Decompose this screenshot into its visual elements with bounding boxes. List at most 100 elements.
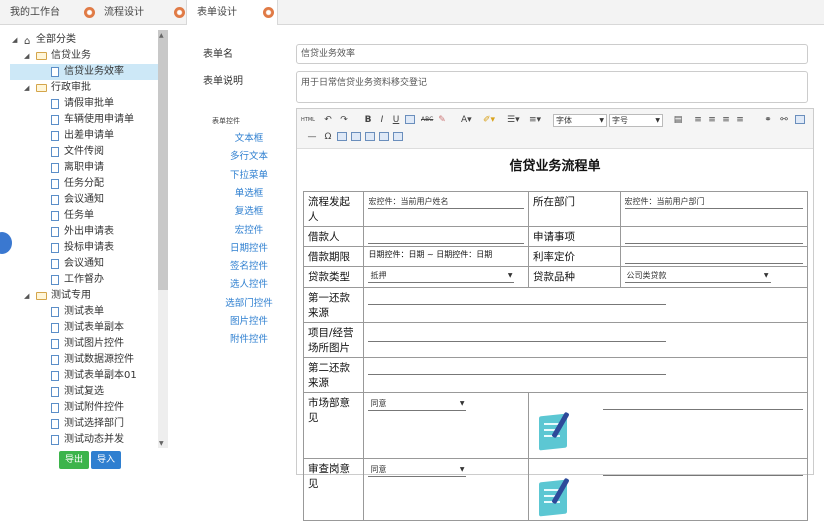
tree-item[interactable]: 文件传阅	[10, 144, 158, 160]
control-link[interactable]: 选部门控件	[219, 295, 279, 309]
control-link[interactable]: 单选框	[219, 185, 279, 199]
signature-icon[interactable]	[538, 475, 573, 517]
control-link[interactable]: 复选框	[219, 203, 279, 217]
market-opinion-select[interactable]: 同意 ▼	[368, 397, 467, 411]
project-pic-field[interactable]	[368, 329, 667, 342]
tree-item[interactable]: 测试复选	[10, 384, 158, 400]
control-link[interactable]: 多行文本	[219, 148, 279, 162]
tree-item[interactable]: 测试选择部门	[10, 416, 158, 432]
align-justify-icon[interactable]: ≡	[735, 115, 745, 125]
tree-scroll-thumb[interactable]	[158, 30, 168, 290]
tree-item[interactable]: 测试图片控件	[10, 336, 158, 352]
repay1-field[interactable]	[368, 292, 667, 305]
image-icon[interactable]	[337, 132, 347, 141]
form-desc-textarea[interactable]: 用于日常信贷业务资料移交登记	[296, 71, 808, 103]
tree-item[interactable]: 会议通知	[10, 256, 158, 272]
market-comment-line[interactable]	[602, 397, 803, 410]
tree-item[interactable]: 任务分配	[10, 176, 158, 192]
review-comment-line[interactable]	[602, 463, 803, 476]
tree-item[interactable]: 工作督办	[10, 272, 158, 288]
tree-item[interactable]: 出差申请单	[10, 128, 158, 144]
gear-icon[interactable]	[263, 7, 274, 18]
undo-icon[interactable]: ↶	[323, 115, 333, 125]
font-border-icon[interactable]	[405, 115, 415, 124]
underline-icon[interactable]: U	[391, 115, 401, 125]
scroll-up-icon[interactable]: ▲	[159, 32, 164, 39]
align-center-icon[interactable]: ≡	[707, 115, 717, 125]
apply-matter-field[interactable]	[624, 231, 803, 244]
export-button[interactable]: 导出	[59, 451, 89, 469]
tree-item[interactable]: 测试表单副本01	[10, 368, 158, 384]
caret-down-icon[interactable]: ◢	[24, 288, 29, 304]
font-size-select[interactable]: 字号 ▼	[609, 114, 663, 127]
borrower-field[interactable]	[368, 231, 524, 244]
tree-group-credit[interactable]: ◢ 信贷业务	[10, 48, 158, 64]
bold-icon[interactable]: B	[363, 115, 373, 125]
import-button[interactable]: 导入	[91, 451, 121, 469]
rich-text-editor[interactable]: HTML ↶ ↷ B I U ABC ✎ A▾ ✐▾ ☰▾ ≡▾ 字体 ▼ 字号 ▼…	[296, 108, 814, 521]
strikethrough-icon[interactable]: ABC	[421, 115, 433, 125]
tree-item[interactable]: 投标申请表	[10, 240, 158, 256]
tree-item[interactable]: 请假审批单	[10, 96, 158, 112]
highlight-icon[interactable]: ✐▾	[483, 115, 495, 125]
ordered-list-icon[interactable]: ☰▾	[507, 115, 520, 125]
control-link[interactable]: 附件控件	[219, 331, 279, 345]
signature-icon[interactable]	[538, 409, 573, 451]
tab-process-design[interactable]: 流程设计	[94, 0, 185, 25]
insert-col-icon[interactable]	[393, 132, 403, 141]
tree-item[interactable]: 会议通知	[10, 192, 158, 208]
tree-root[interactable]: ◢ ⌂ 全部分类	[10, 32, 158, 48]
tree-item[interactable]: 测试动态并发	[10, 432, 158, 448]
table-icon[interactable]	[365, 132, 375, 141]
tree-item[interactable]: 离职申请	[10, 160, 158, 176]
tree-item[interactable]: 任务单	[10, 208, 158, 224]
form-name-input[interactable]: 信贷业务效率	[296, 44, 808, 64]
tree-item[interactable]: 车辆使用申请单	[10, 112, 158, 128]
caret-down-icon[interactable]: ◢	[24, 80, 29, 96]
control-link[interactable]: 宏控件	[219, 222, 279, 236]
period-end-field[interactable]: 日期控件：日期	[436, 250, 492, 259]
eraser-icon[interactable]: ✎	[437, 115, 447, 125]
tree-group-test[interactable]: ◢ 测试专用	[10, 288, 158, 304]
gear-icon[interactable]	[174, 7, 185, 18]
dept-field[interactable]: 宏控件：当前用户部门	[624, 196, 803, 209]
anchor-icon[interactable]	[795, 115, 805, 124]
font-color-icon[interactable]: A▾	[461, 115, 472, 125]
tree-item[interactable]: 测试表单	[10, 304, 158, 320]
tree-item[interactable]: 信贷业务效率	[10, 64, 158, 80]
unordered-list-icon[interactable]: ≡▾	[529, 115, 541, 125]
italic-icon[interactable]: I	[377, 115, 387, 125]
caret-down-icon[interactable]: ◢	[12, 32, 17, 48]
initiator-field[interactable]: 宏控件：当前用户姓名	[368, 196, 524, 209]
tab-my-workbench[interactable]: 我的工作台	[0, 0, 95, 25]
tree-item[interactable]: 外出申请表	[10, 224, 158, 240]
caret-down-icon[interactable]: ◢	[24, 48, 29, 64]
loan-type-select[interactable]: 抵押 ▼	[368, 269, 515, 283]
loan-kind-select[interactable]: 公司类贷款 ▼	[624, 269, 771, 283]
align-right-icon[interactable]: ≡	[721, 115, 731, 125]
tree-item[interactable]: 测试附件控件	[10, 400, 158, 416]
horizontal-rule-icon[interactable]: —	[307, 132, 317, 142]
tree-item[interactable]: 测试表单副本	[10, 320, 158, 336]
paragraph-icon[interactable]: ▤	[673, 115, 683, 125]
link-icon[interactable]: ⚭	[763, 115, 773, 125]
tab-form-design[interactable]: 表单设计	[186, 0, 278, 25]
control-link[interactable]: 日期控件	[219, 240, 279, 254]
rate-field[interactable]	[624, 251, 803, 264]
control-link[interactable]: 下拉菜单	[219, 167, 279, 181]
tree-item[interactable]: 测试数据源控件	[10, 352, 158, 368]
period-start-field[interactable]: 日期控件：日期	[368, 250, 424, 259]
align-left-icon[interactable]: ≡	[693, 115, 703, 125]
insert-row-icon[interactable]	[379, 132, 389, 141]
control-link[interactable]: 图片控件	[219, 313, 279, 327]
control-link[interactable]: 签名控件	[219, 258, 279, 272]
scroll-down-icon[interactable]: ▼	[159, 440, 164, 447]
redo-icon[interactable]: ↷	[339, 115, 349, 125]
repay2-field[interactable]	[368, 362, 667, 375]
tree-group-admin[interactable]: ◢ 行政审批	[10, 80, 158, 96]
special-char-icon[interactable]: Ω	[323, 132, 333, 142]
html-source-icon[interactable]: HTML	[301, 115, 315, 125]
emotion-icon[interactable]	[351, 132, 361, 141]
control-link[interactable]: 选人控件	[219, 276, 279, 290]
font-family-select[interactable]: 字体 ▼	[553, 114, 607, 127]
